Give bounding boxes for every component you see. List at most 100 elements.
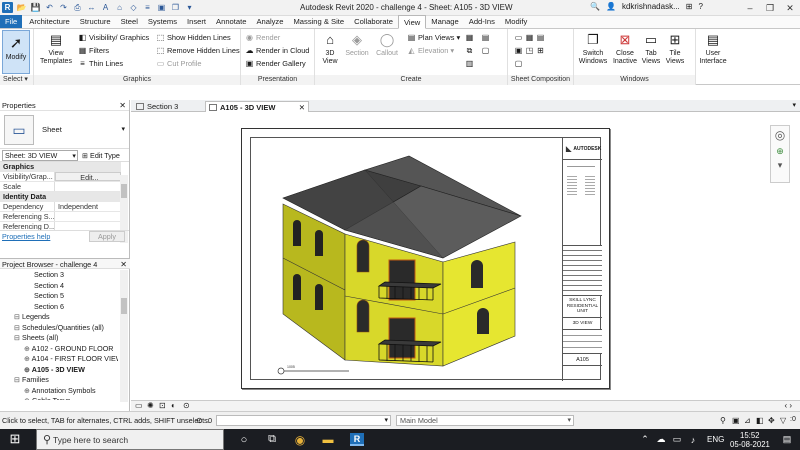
tree-item[interactable]: ⊕ Cable Trays [0,396,118,400]
cortana-icon[interactable]: ○ [237,433,251,446]
save-icon[interactable]: 💾 [30,2,41,13]
section-button[interactable]: ◈ Section [343,31,371,58]
expand-icon[interactable]: ⊕ [24,344,32,353]
viewports-button[interactable]: ▢ [514,58,523,69]
tab-menu-icon[interactable]: ▾ [792,101,796,109]
drag-elements-icon[interactable]: ✥ [768,416,775,425]
tree-item[interactable]: ⊟ Sheets (all) [0,333,118,344]
reveal-hidden-icon[interactable]: ⊙ [183,401,190,410]
thin-lines-icon[interactable]: ≡ [142,2,153,13]
section-icon[interactable]: ◇ [128,2,139,13]
close-inactive-button[interactable]: ⊠ Close Inactive [612,31,638,66]
visibility-graphics-button[interactable]: ◧ Visibility/ Graphics [78,32,150,43]
property-group-header[interactable]: Identity Data [0,192,121,202]
instance-selector[interactable]: Sheet: 3D VIEW ▾ [2,150,78,161]
measure-icon[interactable]: ↔ [86,2,97,13]
property-value[interactable]: Edit... [55,172,121,182]
sheet-button[interactable]: ▭ ▦ ▤ [514,32,545,43]
tree-item[interactable]: Section 4 [0,281,118,292]
schedules-button[interactable]: ▤ [481,32,490,43]
tab-add-ins[interactable]: Add-Ins [464,15,500,28]
select-by-face-icon[interactable]: ◧ [756,416,764,425]
revit-taskbar-icon[interactable]: R [350,433,364,446]
filters-button[interactable]: ▦ Filters [78,45,109,56]
drafting-view-button[interactable]: ▦ [465,32,474,43]
tab-manage[interactable]: Manage [426,15,463,28]
tab-annotate[interactable]: Annotate [211,15,251,28]
remove-hidden-lines-button[interactable]: ⬚ Remove Hidden Lines [156,45,240,56]
switch-windows-icon[interactable]: ❐ [170,2,181,13]
tab-architecture[interactable]: Architecture [24,15,75,28]
expand-icon[interactable]: ⊕ [24,354,32,363]
print-icon[interactable]: ⎙ [72,2,83,13]
tab-file[interactable]: File [0,15,23,28]
taskbar-search[interactable]: ⚲ Type here to search [36,429,224,450]
close-hidden-icon[interactable]: ▣ [156,2,167,13]
property-row[interactable]: Referencing D... [0,222,121,230]
battery-icon[interactable]: ▭ [670,433,684,446]
property-row[interactable]: Dependency Independent [0,202,121,212]
selection-links-icon[interactable]: ⚲ [720,416,726,425]
plan-views-button[interactable]: ▤ Plan Views ▾ [407,32,460,43]
tree-item[interactable]: ⊕ Annotation Symbols [0,386,118,397]
tree-item[interactable]: ⊟ Legends [0,312,118,323]
print-preview-icon[interactable]: ▭ [135,401,143,410]
user-interface-button[interactable]: ▤ User Interface [698,31,728,66]
filter-icon[interactable]: ▽ [780,416,786,425]
sheet[interactable]: 1005 ◣ AUTODESK SKILL LYNC RESIDENTIAL UN… [241,128,610,389]
dropdown-icon[interactable]: ▾ [184,2,195,13]
expand-icon[interactable]: ⊕ [24,396,32,400]
scroll-thumb[interactable] [121,298,127,314]
house-3d-viewport[interactable]: 1005 [253,138,559,379]
file-explorer-icon[interactable]: ▬ [321,433,335,446]
sun-path-icon[interactable]: ✺ [147,401,154,410]
workset-selector[interactable]: ▾ [216,415,391,426]
property-value[interactable]: Independent [55,202,121,211]
tab-a105-3d-view[interactable]: A105 - 3D VIEW ✕ [205,101,309,112]
user-name[interactable]: kdkrishnadask... [622,2,680,11]
close-icon[interactable]: ✕ [119,100,126,111]
legends-button[interactable]: ▥ [465,58,474,69]
tab-insert[interactable]: Insert [182,15,211,28]
render-button[interactable]: ◉ Render [245,32,280,43]
speaker-icon[interactable]: ♪ [686,433,700,446]
clock-time[interactable]: 15:52 [740,431,760,440]
modify-button[interactable]: ➚ Modify [2,30,30,74]
search-icon[interactable]: 🔍 [590,2,600,11]
3d-view-icon[interactable]: ⌂ [114,2,125,13]
windows-start-icon[interactable]: ⊞ [8,431,22,446]
expand-icon[interactable]: ⊟ [14,323,22,332]
tree-item[interactable]: Section 6 [0,302,118,313]
tab-collaborate[interactable]: Collaborate [349,15,398,28]
select-panel-title[interactable]: Select ▾ [0,75,33,85]
properties-help-link[interactable]: Properties help [2,232,50,241]
help-icon[interactable]: ? [698,2,702,11]
tab-steel[interactable]: Steel [116,15,143,28]
property-row[interactable]: Referencing S... [0,212,121,222]
duplicate-view-button[interactable]: ⧉ [465,45,474,56]
tab-systems[interactable]: Systems [143,15,182,28]
property-value[interactable] [55,182,121,191]
tab-analyze[interactable]: Analyze [251,15,288,28]
text-icon[interactable]: A [100,2,111,13]
property-value[interactable] [55,212,121,221]
expand-icon[interactable]: ⊟ [14,333,22,342]
expand-icon[interactable]: ⊟ [14,375,22,384]
language-indicator[interactable]: ENG [707,435,724,444]
cut-profile-button[interactable]: ▭ Cut Profile [156,58,202,69]
clock-date[interactable]: 05-08-2021 [730,440,770,449]
expand-icon[interactable]: ⊕ [24,386,32,395]
tree-item[interactable]: Section 5 [0,291,118,302]
onedrive-icon[interactable]: ☁ [654,433,668,446]
zoom-dropdown-icon[interactable]: ▾ [771,158,789,172]
close-icon[interactable]: ✕ [120,260,127,269]
browser-scrollbar[interactable] [120,270,128,402]
render-gallery-button[interactable]: ▣ Render Gallery [245,58,306,69]
close-button[interactable]: ✕ [780,0,800,16]
tab-views-button[interactable]: ▭ Tab Views [640,31,662,66]
tree-item[interactable]: ⊟ Schedules/Quantities (all) [0,323,118,334]
undo-icon[interactable]: ↶ [44,2,55,13]
chrome-icon[interactable]: ◉ [293,433,307,447]
steering-wheel-icon[interactable]: ◎ [771,126,789,144]
property-value[interactable] [55,222,121,230]
